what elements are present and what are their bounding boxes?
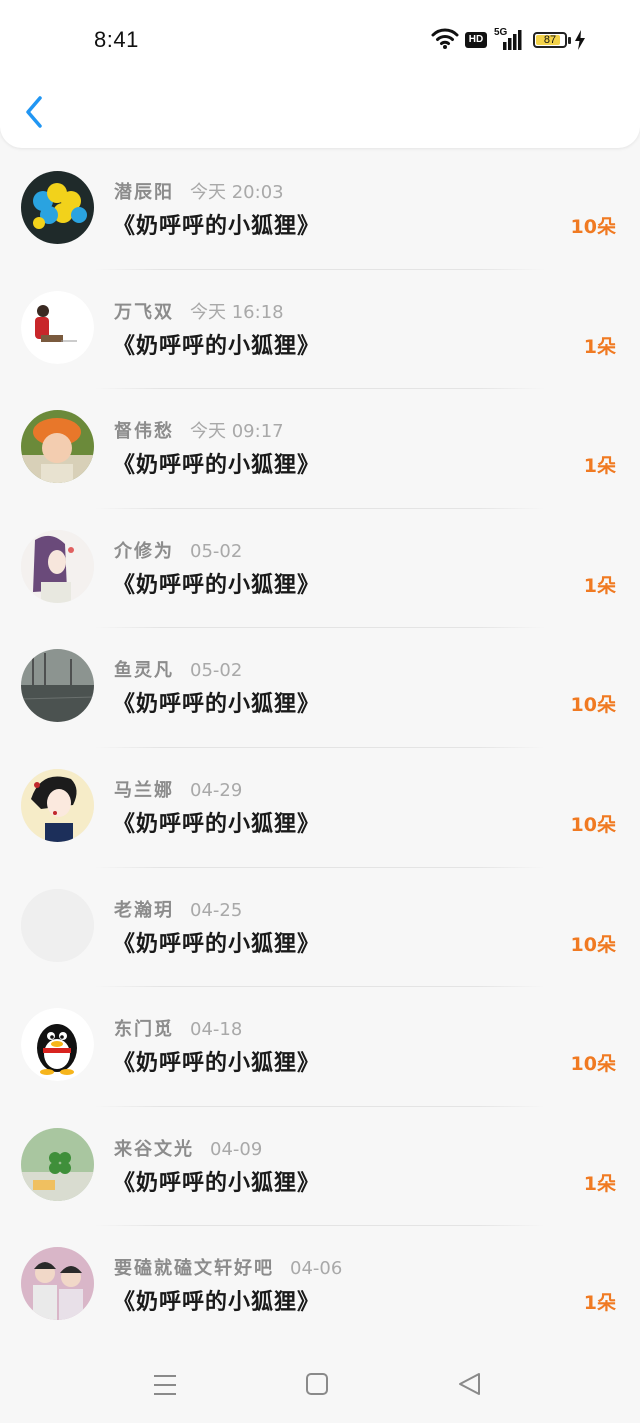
flower-amount: 10朵 [570,694,616,717]
flower-amount: 10朵 [570,813,616,836]
sitting-person-avatar[interactable] [21,290,94,364]
gift-record-row[interactable]: 东门觅 04-18 《奶呼呼的小狐狸》 10朵 [0,987,640,1107]
sender-name[interactable]: 老瀚玥 [114,900,174,921]
sender-line: 要磕就磕文轩好吧 04-06 [114,1254,342,1280]
signal-icon [503,30,522,50]
lake-scene-avatar[interactable] [21,649,94,723]
sender-name[interactable]: 万飞双 [114,302,174,323]
sender-name[interactable]: 东门觅 [114,1019,174,1040]
sender-name[interactable]: 马兰娜 [114,780,174,801]
sender-line: 万飞双 今天 16:18 [114,298,284,324]
gift-date: 今天 09:17 [190,421,284,443]
flower-amount: 1朵 [583,455,616,478]
hd-badge: HD [465,32,487,48]
gift-date: 04-25 [190,899,243,921]
flower-amount: 10朵 [570,1053,616,1076]
status-icons: HD 5G 87 [430,26,600,54]
sender-line: 马兰娜 04-29 [114,776,242,802]
home-square-icon [306,1373,328,1395]
gift-record-list: 潜辰阳 今天 20:03 《奶呼呼的小狐狸》 10朵 万飞双 今天 16:18 《奶呼呼的小… [0,150,640,1346]
status-time: 8:41 [94,27,139,52]
gift-record-row[interactable]: 万飞双 今天 16:18 《奶呼呼的小狐狸》 1朵 [0,270,640,390]
gift-date: 04-18 [190,1019,243,1041]
gift-date: 04-29 [190,779,243,801]
system-back-button[interactable] [455,1371,485,1399]
sender-name[interactable]: 潜辰阳 [114,182,174,203]
book-title[interactable]: 《奶呼呼的小狐狸》 [113,328,320,360]
two-boys-avatar[interactable] [21,1247,94,1321]
menu-icon [154,1375,176,1395]
sender-line: 来谷文光 04-09 [114,1135,262,1161]
system-nav-bar [0,1345,640,1423]
back-button[interactable] [20,92,50,132]
sender-name[interactable]: 要磕就磕文轩好吧 [114,1258,274,1279]
book-title[interactable]: 《奶呼呼的小狐狸》 [113,1165,320,1197]
home-button[interactable] [302,1371,332,1399]
book-title[interactable]: 《奶呼呼的小狐狸》 [113,926,320,958]
gift-date: 05-02 [190,540,243,562]
top-header: 8:41 HD 5G 87 [0,0,640,148]
anime-girl-avatar[interactable] [21,529,94,603]
charging-icon [575,30,585,50]
gift-date: 05-02 [190,660,243,682]
book-title[interactable]: 《奶呼呼的小狐狸》 [113,806,320,838]
flower-amount: 10朵 [570,933,616,956]
book-title[interactable]: 《奶呼呼的小狐狸》 [113,686,320,718]
gift-record-row[interactable]: 老瀚玥 04-25 《奶呼呼的小狐狸》 10朵 [0,868,640,988]
balloons-avatar[interactable] [21,171,94,244]
gift-date: 今天 20:03 [190,182,284,203]
child-orange-hat-avatar[interactable] [21,410,94,484]
blank-avatar[interactable] [21,888,94,962]
back-triangle-icon [459,1373,480,1395]
sender-name[interactable]: 介修为 [114,541,174,562]
wifi-icon [431,28,459,49]
sender-line: 潜辰阳 今天 20:03 [114,178,284,204]
flower-amount: 10朵 [570,216,616,238]
gift-record-row[interactable]: 马兰娜 04-29 《奶呼呼的小狐狸》 10朵 [0,748,640,868]
gift-record-row[interactable]: 鱼灵凡 05-02 《奶呼呼的小狐狸》 10朵 [0,628,640,748]
battery-percent: 87 [543,34,557,46]
gift-record-row[interactable]: 要磕就磕文轩好吧 04-06 《奶呼呼的小狐狸》 1朵 [0,1226,640,1346]
book-title[interactable]: 《奶呼呼的小狐狸》 [113,1284,320,1316]
flower-amount: 1朵 [583,1172,616,1195]
sender-line: 介修为 05-02 [114,537,242,563]
clover-avatar[interactable] [21,1127,94,1201]
gift-record-row[interactable]: 潜辰阳 今天 20:03 《奶呼呼的小狐狸》 10朵 [0,150,640,270]
book-title[interactable]: 《奶呼呼的小狐狸》 [113,208,320,240]
book-title[interactable]: 《奶呼呼的小狐狸》 [113,447,320,479]
gift-date: 04-09 [210,1138,263,1160]
book-title[interactable]: 《奶呼呼的小狐狸》 [113,567,320,599]
penguin-avatar[interactable] [21,1008,94,1082]
flower-amount: 1朵 [583,574,616,597]
sender-line: 东门觅 04-18 [114,1015,242,1041]
gift-record-row[interactable]: 督伟愁 今天 09:17 《奶呼呼的小狐狸》 1朵 [0,389,640,509]
gift-record-row[interactable]: 介修为 05-02 《奶呼呼的小狐狸》 1朵 [0,509,640,629]
menu-button[interactable] [150,1371,180,1399]
gift-date: 今天 16:18 [190,301,284,323]
gift-record-row[interactable]: 来谷文光 04-09 《奶呼呼的小狐狸》 1朵 [0,1107,640,1227]
sender-line: 督伟愁 今天 09:17 [114,417,284,443]
sender-line: 鱼灵凡 05-02 [114,656,242,682]
flower-amount: 1朵 [583,335,616,358]
sender-line: 老瀚玥 04-25 [114,896,242,922]
battery-icon: 87 [533,32,567,48]
battery-cap [568,37,571,44]
sender-name[interactable]: 督伟愁 [114,421,174,442]
flower-amount: 1朵 [583,1292,616,1315]
sender-name[interactable]: 鱼灵凡 [114,660,174,681]
illustrated-woman-avatar[interactable] [21,768,94,842]
sender-name[interactable]: 来谷文光 [114,1139,194,1160]
chevron-left-icon [26,96,42,128]
book-title[interactable]: 《奶呼呼的小狐狸》 [113,1045,320,1077]
gift-date: 04-06 [290,1258,343,1280]
